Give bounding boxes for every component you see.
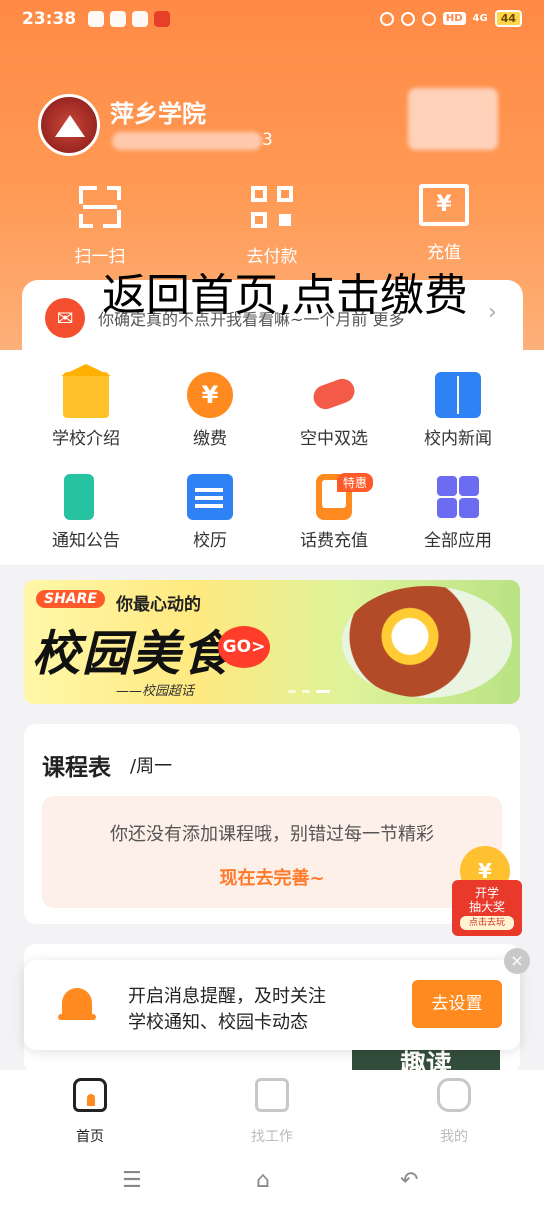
status-bar: 23:38 HD 4G 44: [0, 0, 544, 40]
pay-button[interactable]: 去付款: [222, 184, 322, 267]
battery-icon: 44: [494, 10, 522, 27]
gallery-notification-icon: [110, 11, 126, 27]
app-all-apps[interactable]: 全部应用: [398, 474, 518, 551]
app-label: 全部应用: [424, 531, 492, 551]
lottery-line2: 抽大奖: [468, 900, 505, 914]
lottery-float-button[interactable]: ¥ 开学 抽大奖 点击去玩: [448, 846, 524, 936]
payment-icon: ¥: [187, 372, 233, 418]
app-label: 校内新闻: [424, 429, 492, 449]
nav-home[interactable]: 首页: [30, 1078, 150, 1146]
pay-label: 去付款: [246, 247, 298, 267]
schedule-title: 课程表: [42, 755, 111, 781]
lottery-play-button[interactable]: 点击去玩: [460, 916, 514, 930]
lottery-line1: 开学: [474, 886, 499, 900]
notification-prompt: 开启消息提醒，及时关注 学校通知、校园卡动态 去设置: [24, 960, 520, 1050]
student-id-suffix: 3: [262, 130, 273, 150]
food-skewers-image: [342, 586, 512, 698]
menu-icon[interactable]: ☰: [122, 1168, 142, 1193]
school-building-icon: [61, 364, 111, 418]
scan-icon: [77, 184, 123, 230]
scan-label: 扫一扫: [74, 247, 126, 267]
bell-icon: [54, 984, 100, 1024]
banner-title: 校园美食: [32, 626, 233, 682]
student-id-redacted: [112, 132, 262, 150]
back-icon[interactable]: ↶: [400, 1168, 418, 1193]
app-label: 校历: [193, 531, 227, 551]
status-system-icons: HD 4G 44: [379, 10, 522, 27]
app-label: 空中双选: [300, 429, 368, 449]
banner-dot-active: [316, 690, 330, 693]
profile-icon: [437, 1078, 471, 1112]
app-label: 学校介绍: [52, 429, 120, 449]
nav-profile[interactable]: 我的: [394, 1078, 514, 1146]
user-avatar[interactable]: [408, 88, 498, 150]
app-label: 缴费: [193, 429, 227, 449]
app-label: 通知公告: [52, 531, 120, 551]
nav-find-job[interactable]: 找工作: [212, 1078, 332, 1146]
close-icon[interactable]: ×: [504, 948, 530, 974]
recharge-button[interactable]: ¥ 充值: [394, 184, 494, 263]
banner-pagination: [288, 690, 330, 693]
campus-food-banner[interactable]: SHARE 你最心动的 校园美食 GO> ——校园超话: [24, 580, 520, 704]
schedule-empty-message: 你还没有添加课程哦，别错过每一节精彩: [110, 824, 434, 845]
nav-profile-label: 我的: [440, 1129, 468, 1145]
announcement-icon: [64, 474, 94, 520]
app-school-calendar[interactable]: 校历: [150, 474, 270, 551]
nav-home-label: 首页: [76, 1129, 104, 1145]
schedule-empty-state: 你还没有添加课程哦，别错过每一节精彩 现在去完善~: [42, 796, 502, 908]
status-time: 23:38: [22, 9, 77, 29]
recharge-label: 充值: [427, 243, 461, 263]
scan-button[interactable]: 扫一扫: [50, 184, 150, 267]
mail-notification-icon: [132, 11, 148, 27]
headphones-icon: [379, 11, 394, 26]
megaphone-icon: ✉: [45, 298, 85, 338]
hd-icon: HD: [442, 12, 466, 25]
calendar-icon: [187, 474, 233, 520]
school-name: 萍乡学院: [110, 100, 206, 128]
app-school-intro[interactable]: 学校介绍: [26, 364, 146, 449]
app-campus-news[interactable]: 校内新闻: [398, 372, 518, 449]
instruction-overlay: 返回首页,点击缴费: [102, 270, 468, 321]
banner-subtitle: 你最心动的: [116, 595, 201, 615]
chevron-right-icon[interactable]: ›: [488, 300, 497, 325]
banner-go-button[interactable]: GO>: [218, 626, 270, 668]
app-label: 话费充值: [300, 531, 368, 551]
app-announcements[interactable]: 通知公告: [26, 474, 146, 551]
banner-author: ——校园超话: [116, 684, 195, 699]
banner-dot: [302, 690, 310, 693]
system-navigation: ☰ ⌂ ↶: [0, 1160, 544, 1200]
nav-job-label: 找工作: [251, 1129, 293, 1145]
app-phone-recharge[interactable]: 话费充值: [274, 474, 394, 551]
briefcase-icon: [255, 1078, 289, 1112]
newspaper-icon: [435, 372, 481, 418]
notify-text-line2: 学校通知、校园卡动态: [128, 1012, 308, 1033]
lottery-box: 开学 抽大奖 点击去玩: [452, 880, 522, 936]
banner-dot: [288, 690, 296, 693]
signal-icon: 4G: [472, 13, 488, 24]
notify-text-line1: 开启消息提醒，及时关注: [128, 986, 326, 1007]
app-payment[interactable]: ¥ 缴费: [150, 372, 270, 449]
promo-badge: 特惠: [337, 473, 374, 492]
schedule-day: /周一: [130, 756, 173, 777]
school-logo[interactable]: [38, 94, 100, 156]
schedule-card: 课程表 /周一 你还没有添加课程哦，别错过每一节精彩 现在去完善~: [24, 724, 520, 924]
status-notification-icons: [88, 11, 170, 27]
home-system-icon[interactable]: ⌂: [256, 1168, 270, 1193]
recharge-icon: ¥: [419, 184, 469, 226]
app-job-fair[interactable]: 空中双选: [274, 372, 394, 449]
complete-schedule-link[interactable]: 现在去完善~: [42, 864, 502, 890]
home-icon: [73, 1078, 107, 1112]
school-notification-icon: [154, 11, 170, 27]
qr-code-icon: [249, 184, 295, 230]
go-settings-button[interactable]: 去设置: [412, 980, 502, 1028]
all-apps-icon: [435, 474, 481, 520]
alarm-icon: [400, 11, 415, 26]
banner-share-tag: SHARE: [36, 590, 105, 608]
mute-icon: [421, 11, 436, 26]
app-notification-icon: [88, 11, 104, 27]
handshake-icon: [311, 372, 357, 418]
quick-actions-bar: 扫一扫 去付款 ¥ 充值: [0, 184, 544, 267]
